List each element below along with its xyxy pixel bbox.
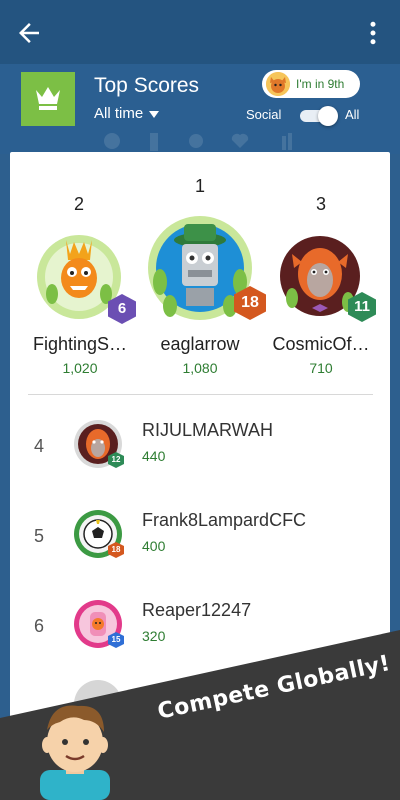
my-avatar — [266, 72, 290, 96]
time-period-dropdown[interactable]: All time — [94, 105, 160, 122]
my-rank-label: I'm in 9th — [296, 77, 345, 91]
leaderboard-logo — [21, 72, 75, 126]
list-name: RIJULMARWAH — [142, 420, 274, 440]
list-score: 400 — [142, 538, 166, 554]
podium-place-1: 1 — [194, 176, 205, 196]
boy-mascot-icon — [40, 705, 110, 800]
my-rank-button[interactable]: I'm in 9th — [262, 70, 360, 98]
dropdown-caret-icon — [149, 110, 160, 118]
list-score: 440 — [142, 448, 166, 464]
podium-divider — [28, 394, 373, 395]
podium-place-2: 2 — [73, 194, 84, 214]
leaderboard-header: Top Scores All time I'm in 9th Social Al… — [0, 64, 400, 154]
list-rank: 5 — [34, 526, 45, 546]
podium-name-3: CosmicOf… — [272, 334, 370, 354]
podium-avatar-2[interactable]: 6 — [30, 232, 136, 324]
list-rank: 4 — [34, 436, 45, 456]
crown-icon — [36, 87, 60, 110]
toggle-knob[interactable] — [318, 106, 338, 126]
toggle-label-all: All — [345, 107, 360, 122]
toggle-label-social: Social — [246, 107, 282, 122]
app-bar — [0, 0, 400, 64]
faded-share-icons — [104, 133, 292, 151]
podium-avatar-3[interactable]: 11 — [278, 232, 378, 322]
scope-toggle[interactable]: Social All — [246, 105, 376, 127]
podium-score-2: 1,020 — [62, 360, 98, 376]
page-title: Top Scores — [94, 74, 200, 97]
list-name: Frank8LampardCFC — [142, 510, 307, 530]
podium-score-1: 1,080 — [182, 360, 218, 376]
list-item[interactable]: 4 12 RIJULMARWAH 440 — [10, 408, 390, 488]
podium-name-1: eaglarrow — [160, 334, 240, 354]
time-period-label: All time — [94, 105, 144, 122]
back-arrow-icon[interactable] — [14, 18, 44, 48]
podium-place-3: 3 — [315, 194, 326, 214]
podium-avatar-1[interactable]: 18 — [142, 210, 266, 326]
podium-score-3: 710 — [309, 360, 333, 376]
more-options-icon[interactable] — [358, 18, 388, 48]
podium-name-2: FightingS… — [32, 334, 128, 354]
list-item[interactable]: 5 18 Frank8LampardCFC 400 — [10, 498, 390, 578]
